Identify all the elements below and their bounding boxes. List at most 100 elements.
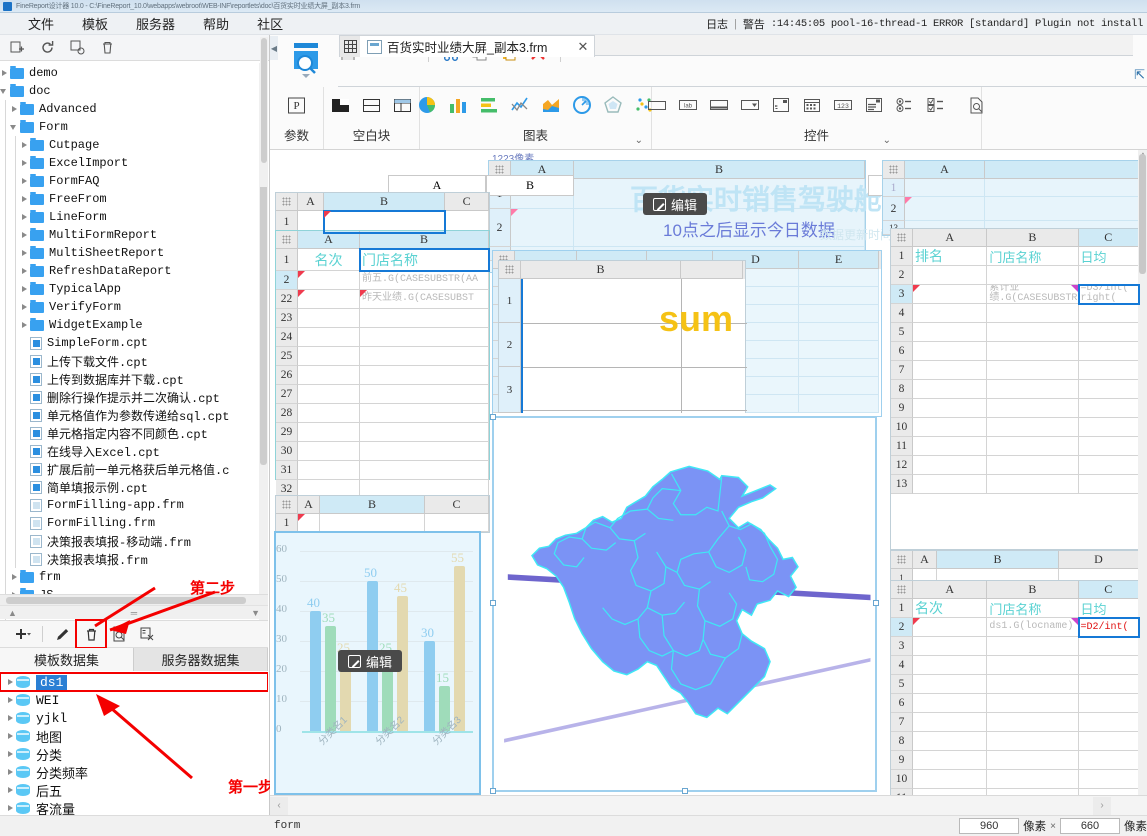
chevron-right-icon[interactable] [20, 266, 30, 276]
tree-item[interactable]: FormFAQ [0, 172, 268, 190]
cell-A9[interactable] [913, 399, 988, 418]
cell-B6[interactable] [987, 694, 1079, 713]
cell-C6[interactable] [1078, 694, 1139, 713]
grid-cell[interactable] [298, 309, 360, 328]
cell-C4[interactable] [1078, 656, 1139, 675]
cell-A9[interactable] [913, 751, 988, 770]
canvas-scroll-thumb[interactable] [1139, 154, 1146, 274]
chevron-right-icon[interactable] [6, 731, 16, 741]
cell-A5[interactable] [913, 323, 988, 342]
chart-group-chevron-down-icon[interactable]: ⌄ [635, 135, 643, 146]
center-col-E[interactable]: E [799, 251, 879, 269]
chart-bar[interactable] [454, 566, 465, 731]
tree-item[interactable]: 决策报表填报-移动端.frm [0, 532, 268, 550]
edit-dataset-icon[interactable] [49, 621, 77, 647]
canvas-vertical-scrollbar[interactable]: ▲ ▼ [1138, 150, 1147, 815]
cell-C12[interactable] [1078, 456, 1139, 475]
cell-B9[interactable] [987, 751, 1079, 770]
cell-C5[interactable] [1078, 675, 1139, 694]
width-input[interactable]: 960 [959, 818, 1020, 834]
tree-item[interactable]: 单元格值作为参数传递给sql.cpt [0, 406, 268, 424]
cell-B11[interactable] [987, 437, 1079, 456]
edit-badge-title[interactable]: 编辑 [643, 193, 708, 215]
row-header[interactable]: 11 [891, 437, 913, 456]
grid-cell[interactable] [360, 366, 489, 385]
bar-chart-icon[interactable] [447, 95, 469, 115]
dataset-item[interactable]: 地图 [0, 727, 268, 746]
cell-A7[interactable] [913, 361, 988, 380]
chevron-right-icon[interactable] [6, 803, 16, 813]
row-header[interactable]: 4 [891, 304, 913, 323]
chevron-right-icon[interactable] [20, 230, 30, 240]
row-header[interactable]: 7 [891, 713, 913, 732]
map-handle-bl[interactable] [490, 788, 496, 794]
row-header[interactable]: 29 [276, 423, 298, 442]
cell-A8[interactable] [913, 732, 988, 751]
chevron-right-icon[interactable] [10, 572, 20, 582]
ribbon-collapse-icon[interactable]: ⇱ [1134, 67, 1145, 83]
tab-template-dataset[interactable]: 模板数据集 [0, 648, 134, 671]
right-partial-corner[interactable] [883, 161, 905, 179]
row-header[interactable]: 13 [891, 475, 913, 494]
row-header[interactable]: 3 [499, 367, 521, 413]
grid-corner[interactable] [891, 581, 913, 599]
cell-C2[interactable] [1078, 266, 1139, 285]
center-nested-corner[interactable] [499, 261, 521, 279]
right-strip-col-B[interactable]: B [937, 551, 1059, 569]
cell-A13[interactable] [913, 475, 988, 494]
row-header[interactable]: 1 [891, 599, 913, 618]
grid-cell[interactable] [799, 359, 879, 377]
row-header[interactable]: 2 [891, 266, 913, 285]
textbox-icon[interactable] [646, 95, 668, 115]
rank-left-cell-B2[interactable]: 前五.G(CASESUBSTR(AA [360, 271, 489, 290]
cell-A6[interactable] [913, 694, 988, 713]
center-nested-col-B[interactable]: B [521, 261, 681, 279]
chart-bar[interactable] [310, 611, 321, 731]
tree-item[interactable]: MultiSheetReport [0, 244, 268, 262]
grid-cell[interactable] [298, 347, 360, 366]
cell-B2[interactable] [987, 266, 1079, 285]
sheet-small-top-left[interactable]: A B C 1 [275, 192, 490, 234]
cell-B3[interactable] [987, 637, 1079, 656]
scroll-right-button[interactable]: › [1093, 796, 1111, 815]
edit-badge-chart[interactable]: 编辑 [338, 650, 403, 672]
right-partial-row-header-1[interactable]: 1 [883, 179, 905, 197]
center-nested-col-C[interactable] [681, 261, 743, 279]
rank-left-cell-A1[interactable]: 名次 [298, 249, 360, 271]
cell-B8[interactable] [987, 732, 1079, 751]
sheet-small-below[interactable]: A B C 1 [275, 495, 490, 533]
cell-C3[interactable]: =D3/int( right( [1077, 284, 1141, 305]
row-header[interactable]: 2 [891, 618, 913, 637]
cell-C1[interactable]: 日均 [1078, 599, 1139, 618]
chevron-right-icon[interactable] [6, 785, 16, 795]
grid-cell[interactable] [360, 328, 489, 347]
map-handle-ml[interactable] [490, 600, 496, 606]
tree-item[interactable]: ExcelImport [0, 154, 268, 172]
tree-item[interactable]: FormFilling-app.frm [0, 496, 268, 514]
chevron-right-icon[interactable] [6, 767, 16, 777]
listbox-icon[interactable] [863, 95, 885, 115]
cell-B7[interactable] [987, 361, 1079, 380]
tree-item[interactable]: doc [0, 82, 268, 100]
row-header[interactable]: 4 [891, 656, 913, 675]
tree-hscroll-thumb[interactable] [6, 597, 246, 604]
row-header[interactable]: 10 [891, 418, 913, 437]
grid-cell[interactable] [298, 366, 360, 385]
tab-server-dataset[interactable]: 服务器数据集 [134, 648, 268, 671]
chevron-right-icon[interactable] [6, 695, 16, 705]
row-header[interactable]: 23 [276, 309, 298, 328]
preview-icon[interactable] [966, 95, 988, 115]
grid-cell[interactable] [298, 442, 360, 461]
rank-left-col-A[interactable]: A [298, 231, 360, 249]
small-col-A[interactable]: A [298, 193, 324, 211]
cell-B1[interactable]: 门店名称 [987, 247, 1079, 266]
combobox-icon[interactable] [739, 95, 761, 115]
cell-C7[interactable] [1078, 361, 1139, 380]
row-header[interactable]: 7 [891, 361, 913, 380]
tree-item[interactable]: SimpleForm.cpt [0, 334, 268, 352]
grid-cell[interactable] [799, 287, 879, 305]
cell-A6[interactable] [913, 342, 988, 361]
tree-item[interactable]: 上传到数据库并下载.cpt [0, 370, 268, 388]
refresh-icon[interactable] [39, 39, 56, 56]
small-top-corner[interactable] [276, 193, 298, 211]
